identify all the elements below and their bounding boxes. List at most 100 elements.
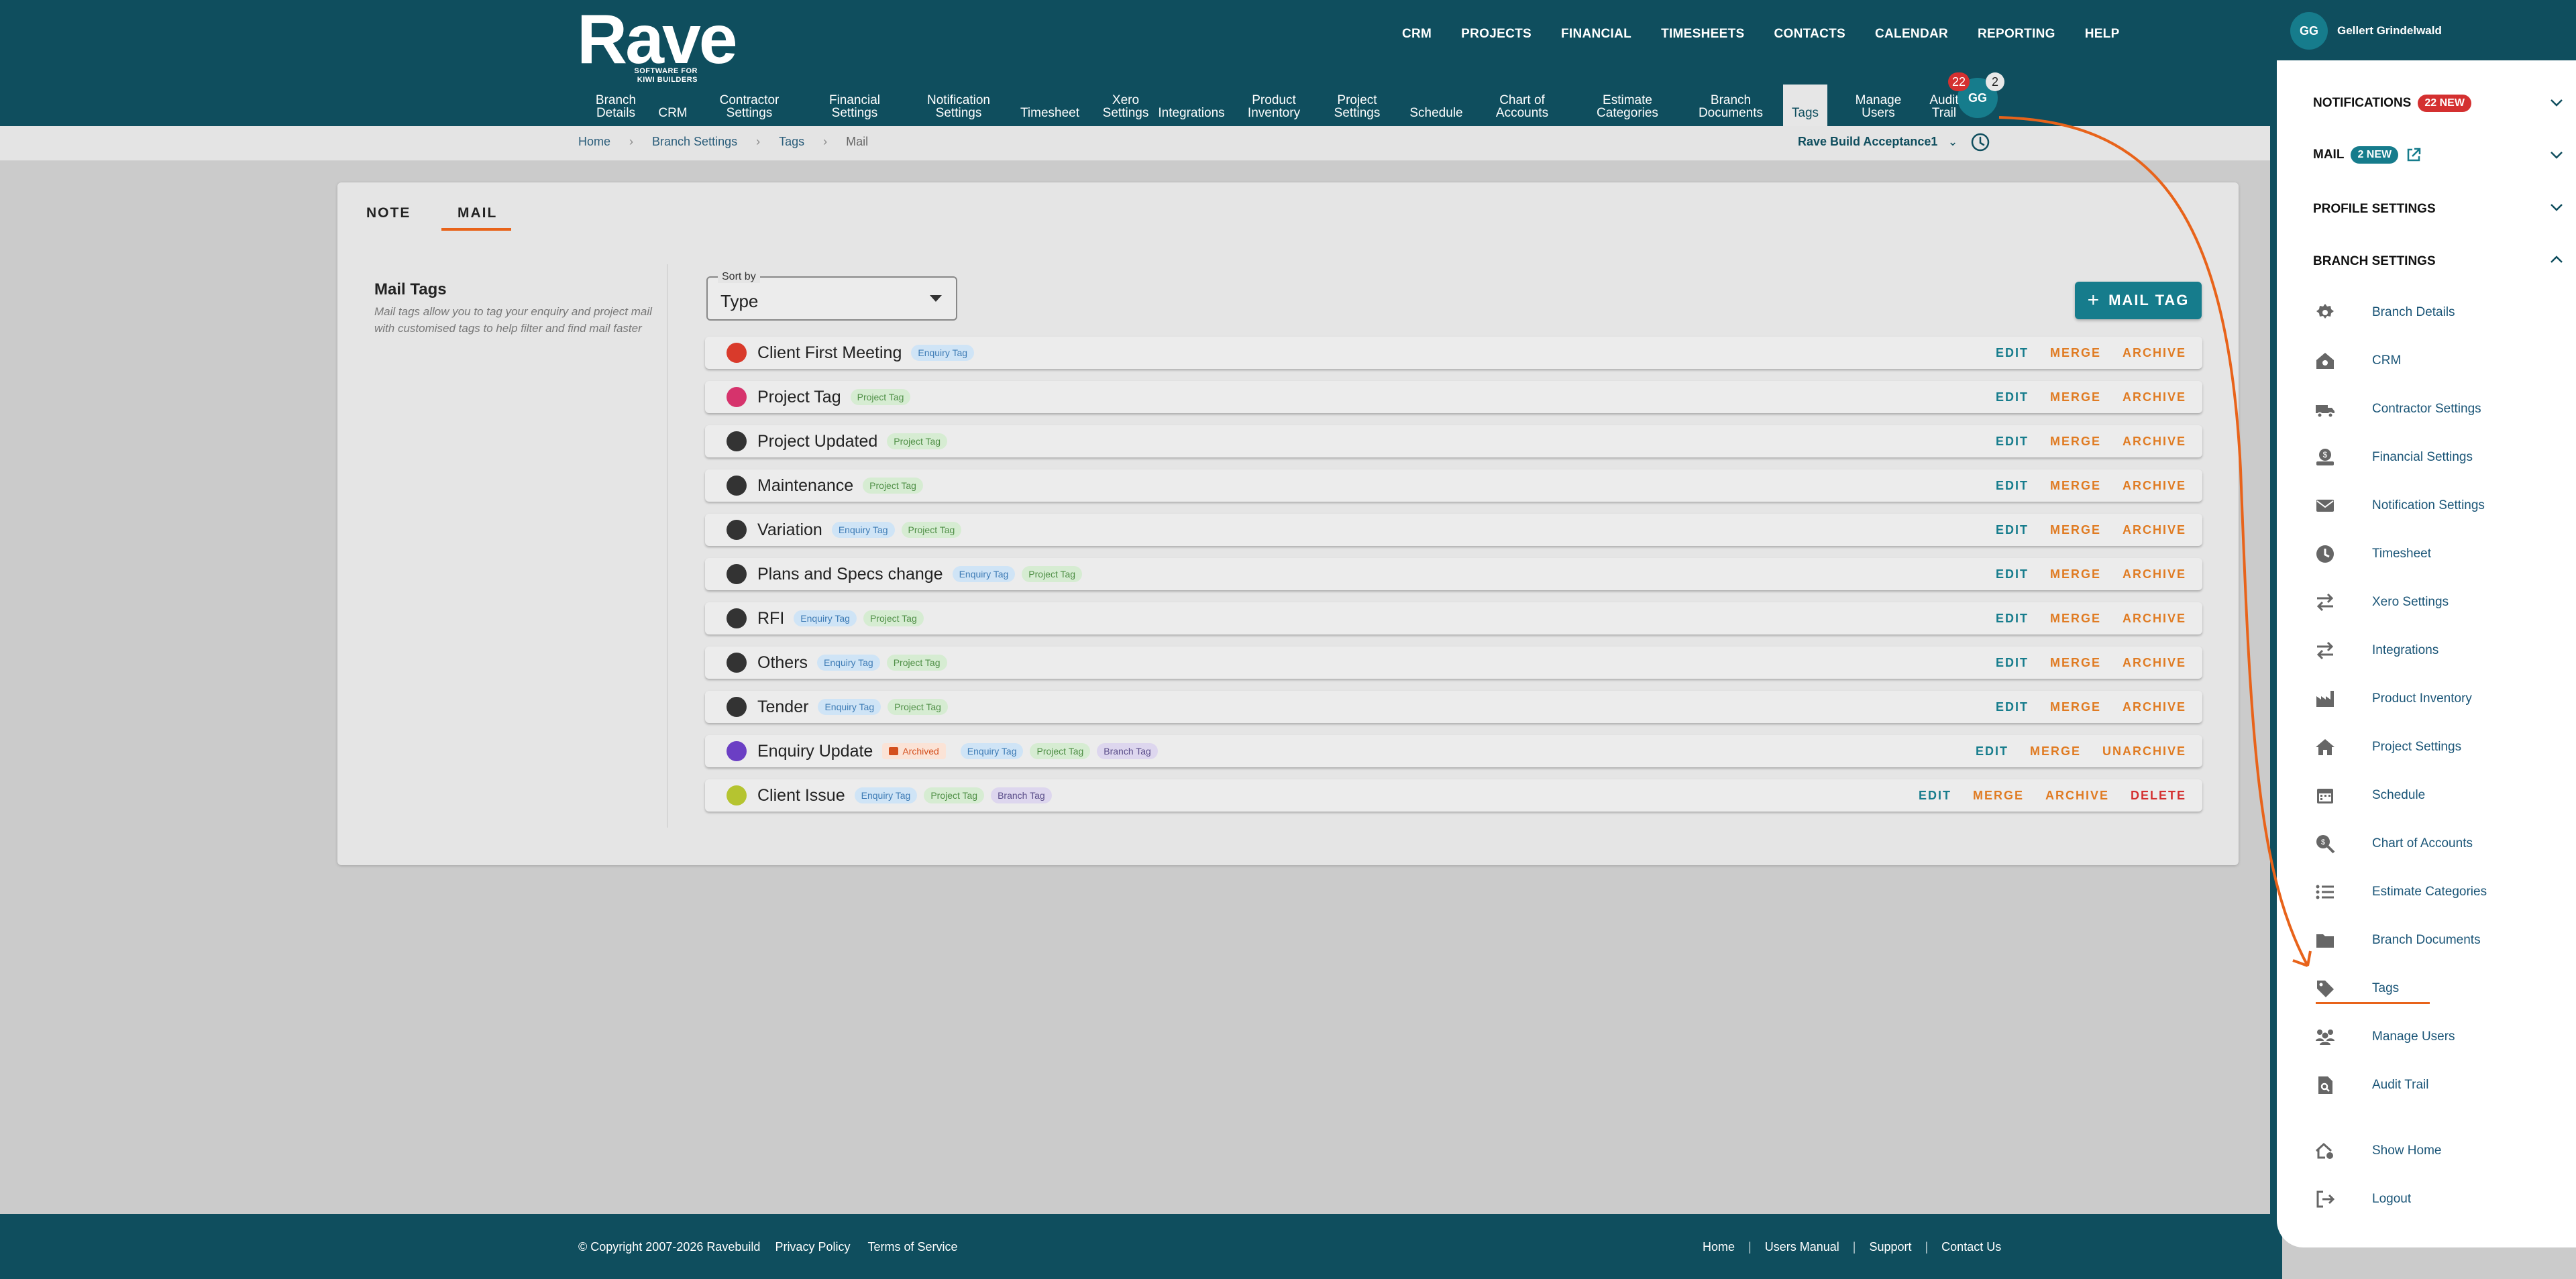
show-home-item[interactable]: Show Home	[2313, 1139, 2442, 1163]
topnav-item-calendar[interactable]: CALENDAR	[1875, 27, 1948, 42]
merge-button[interactable]: MERGE	[2050, 346, 2101, 360]
edit-button[interactable]: EDIT	[1996, 523, 2029, 537]
unarchive-button[interactable]: UNARCHIVE	[2102, 744, 2186, 759]
panel-menu-item-financial-settings[interactable]: $ Financial Settings	[2313, 445, 2473, 469]
edit-button[interactable]: EDIT	[1976, 744, 2008, 759]
panel-menu-item-crm[interactable]: CRM	[2313, 349, 2401, 373]
rave-logo[interactable]: Rave SOFTWARE FOR KIWI BUILDERS	[577, 5, 738, 85]
merge-button[interactable]: MERGE	[2050, 390, 2101, 404]
subnav-item-xero-settings[interactable]: Xero Settings	[1103, 85, 1149, 126]
archive-button[interactable]: ARCHIVE	[2123, 435, 2186, 449]
terms-link[interactable]: Terms of Service	[867, 1240, 957, 1254]
subnav-item-contractor-settings[interactable]: Contractor Settings	[703, 85, 796, 126]
panel-menu-item-integrations[interactable]: Integrations	[2313, 638, 2438, 663]
topnav-item-crm[interactable]: CRM	[1402, 27, 1432, 42]
merge-button[interactable]: MERGE	[2050, 700, 2101, 714]
panel-menu-item-product-inventory[interactable]: Product Inventory	[2313, 687, 2472, 711]
tab-mail[interactable]: MAIL	[458, 205, 497, 221]
panel-menu-item-project-settings[interactable]: Project Settings	[2313, 735, 2461, 759]
topnav-item-help[interactable]: HELP	[2085, 27, 2120, 42]
edit-button[interactable]: EDIT	[1996, 390, 2029, 404]
branch-selector[interactable]: Rave Build Acceptance1 ⌄	[1798, 135, 1958, 149]
archive-button[interactable]: ARCHIVE	[2123, 612, 2186, 626]
external-link-icon[interactable]	[2405, 146, 2422, 164]
merge-button[interactable]: MERGE	[2050, 567, 2101, 581]
breadcrumb-branch-settings[interactable]: Branch Settings	[652, 135, 737, 149]
archive-button[interactable]: ARCHIVE	[2123, 390, 2186, 404]
panel-menu-item-notification-settings[interactable]: Notification Settings	[2313, 494, 2485, 518]
merge-button[interactable]: MERGE	[2050, 479, 2101, 493]
notifications-section[interactable]: NOTIFICATIONS 22 NEW	[2313, 95, 2471, 112]
topnav-item-financial[interactable]: FINANCIAL	[1561, 27, 1631, 42]
panel-menu-item-timesheet[interactable]: Timesheet	[2313, 542, 2431, 566]
panel-menu-item-schedule[interactable]: Schedule	[2313, 783, 2425, 808]
archive-button[interactable]: ARCHIVE	[2123, 346, 2186, 360]
panel-menu-item-chart-of-accounts[interactable]: $ Chart of Accounts	[2313, 832, 2473, 856]
subnav-item-product-inventory[interactable]: Product Inventory	[1241, 85, 1307, 126]
edit-button[interactable]: EDIT	[1996, 435, 2029, 449]
topnav-item-reporting[interactable]: REPORTING	[1978, 27, 2055, 42]
edit-button[interactable]: EDIT	[1996, 612, 2029, 626]
subnav-item-notification-settings[interactable]: Notification Settings	[915, 85, 1002, 126]
merge-button[interactable]: MERGE	[1973, 789, 2024, 803]
merge-button[interactable]: MERGE	[2050, 523, 2101, 537]
footer-link-support[interactable]: Support	[1869, 1240, 1911, 1254]
subnav-item-branch-details[interactable]: Branch Details	[584, 85, 648, 126]
panel-menu-item-manage-users[interactable]: Manage Users	[2313, 1025, 2455, 1049]
history-clock-icon[interactable]	[1970, 131, 1991, 153]
archive-button[interactable]: ARCHIVE	[2123, 567, 2186, 581]
merge-button[interactable]: MERGE	[2050, 656, 2101, 670]
subnav-item-schedule[interactable]: Schedule	[1406, 85, 1466, 126]
panel-menu-item-tags[interactable]: Tags	[2313, 977, 2399, 1001]
edit-button[interactable]: EDIT	[1996, 346, 2029, 360]
logout-item[interactable]: Logout	[2313, 1187, 2411, 1211]
footer-link-users-manual[interactable]: Users Manual	[1765, 1240, 1839, 1254]
chevron-up-icon[interactable]	[2549, 252, 2564, 267]
profile-settings-section[interactable]: PROFILE SETTINGS	[2313, 202, 2436, 217]
panel-menu-item-branch-documents[interactable]: Branch Documents	[2313, 928, 2481, 952]
merge-button[interactable]: MERGE	[2050, 612, 2101, 626]
subnav-item-integrations[interactable]: Integrations	[1152, 85, 1230, 126]
edit-button[interactable]: EDIT	[1996, 700, 2029, 714]
panel-menu-item-audit-trail[interactable]: Audit Trail	[2313, 1073, 2428, 1097]
edit-button[interactable]: EDIT	[1996, 656, 2029, 670]
edit-button[interactable]: EDIT	[1919, 789, 1951, 803]
subnav-item-branch-documents[interactable]: Branch Documents	[1689, 85, 1772, 126]
subnav-item-chart-of-accounts[interactable]: Chart of Accounts	[1479, 85, 1566, 126]
subnav-item-timesheet[interactable]: Timesheet	[1013, 85, 1087, 126]
delete-button[interactable]: DELETE	[2131, 789, 2186, 803]
breadcrumb-tags[interactable]: Tags	[779, 135, 804, 149]
panel-menu-item-branch-details[interactable]: Branch Details	[2313, 300, 2455, 325]
archive-button[interactable]: ARCHIVE	[2123, 656, 2186, 670]
panel-avatar[interactable]: GG	[2290, 12, 2328, 50]
panel-menu-item-contractor-settings[interactable]: Contractor Settings	[2313, 397, 2481, 421]
merge-button[interactable]: MERGE	[2030, 744, 2081, 759]
subnav-item-tags[interactable]: Tags	[1783, 85, 1827, 126]
add-mail-tag-button[interactable]: + MAIL TAG	[2075, 282, 2202, 319]
chevron-down-icon[interactable]	[2549, 200, 2564, 215]
chevron-down-icon[interactable]	[2549, 95, 2564, 110]
footer-link-contact-us[interactable]: Contact Us	[1941, 1240, 2001, 1254]
topnav-item-timesheets[interactable]: TIMESHEETS	[1661, 27, 1744, 42]
subnav-item-project-settings[interactable]: Project Settings	[1320, 85, 1394, 126]
tab-note[interactable]: NOTE	[366, 205, 411, 221]
archive-button[interactable]: ARCHIVE	[2123, 523, 2186, 537]
subnav-item-financial-settings[interactable]: Financial Settings	[806, 85, 903, 126]
subnav-item-crm[interactable]: CRM	[649, 85, 696, 126]
archive-button[interactable]: ARCHIVE	[2123, 700, 2186, 714]
chevron-down-icon[interactable]	[2549, 148, 2564, 162]
panel-menu-item-estimate-categories[interactable]: Estimate Categories	[2313, 880, 2487, 904]
edit-button[interactable]: EDIT	[1996, 567, 2029, 581]
archive-button[interactable]: ARCHIVE	[2123, 479, 2186, 493]
footer-link-home[interactable]: Home	[1703, 1240, 1735, 1254]
mail-section[interactable]: MAIL 2 NEW	[2313, 146, 2422, 164]
panel-menu-item-xero-settings[interactable]: Xero Settings	[2313, 590, 2449, 614]
merge-button[interactable]: MERGE	[2050, 435, 2101, 449]
archive-button[interactable]: ARCHIVE	[2045, 789, 2109, 803]
edit-button[interactable]: EDIT	[1996, 479, 2029, 493]
branch-settings-section[interactable]: BRANCH SETTINGS	[2313, 254, 2436, 269]
privacy-policy-link[interactable]: Privacy Policy	[775, 1240, 850, 1254]
topnav-item-projects[interactable]: PROJECTS	[1461, 27, 1532, 42]
subnav-item-manage-users[interactable]: Manage Users	[1842, 85, 1915, 126]
topnav-item-contacts[interactable]: CONTACTS	[1774, 27, 1845, 42]
